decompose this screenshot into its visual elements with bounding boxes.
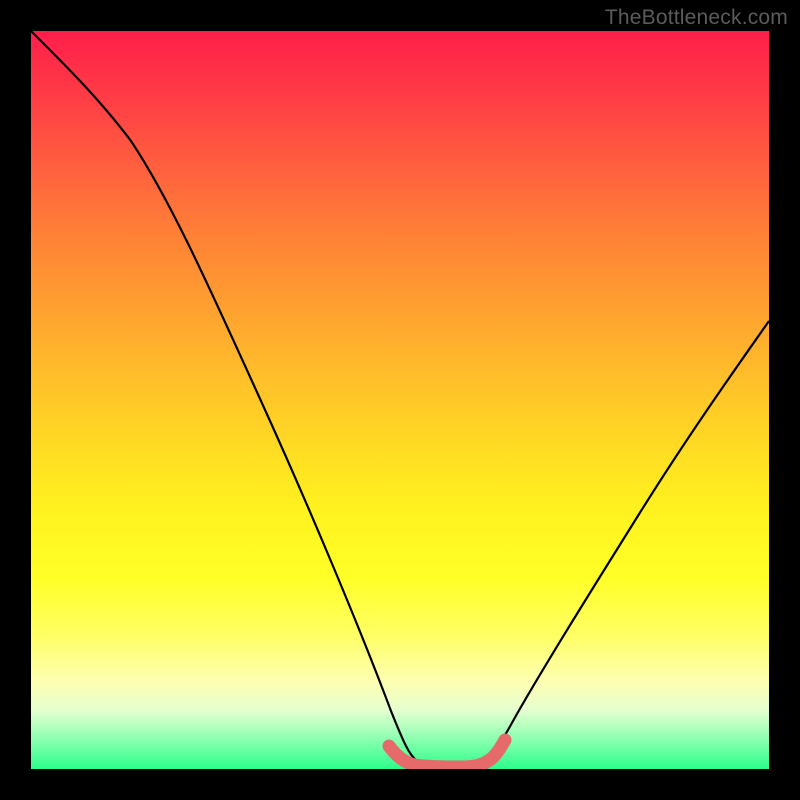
curve-svg xyxy=(31,31,769,769)
valley-highlight xyxy=(389,740,505,767)
watermark-text: TheBottleneck.com xyxy=(605,6,788,30)
chart-stage: TheBottleneck.com xyxy=(0,0,800,800)
plot-area xyxy=(31,31,769,769)
bottleneck-curve xyxy=(31,31,769,767)
